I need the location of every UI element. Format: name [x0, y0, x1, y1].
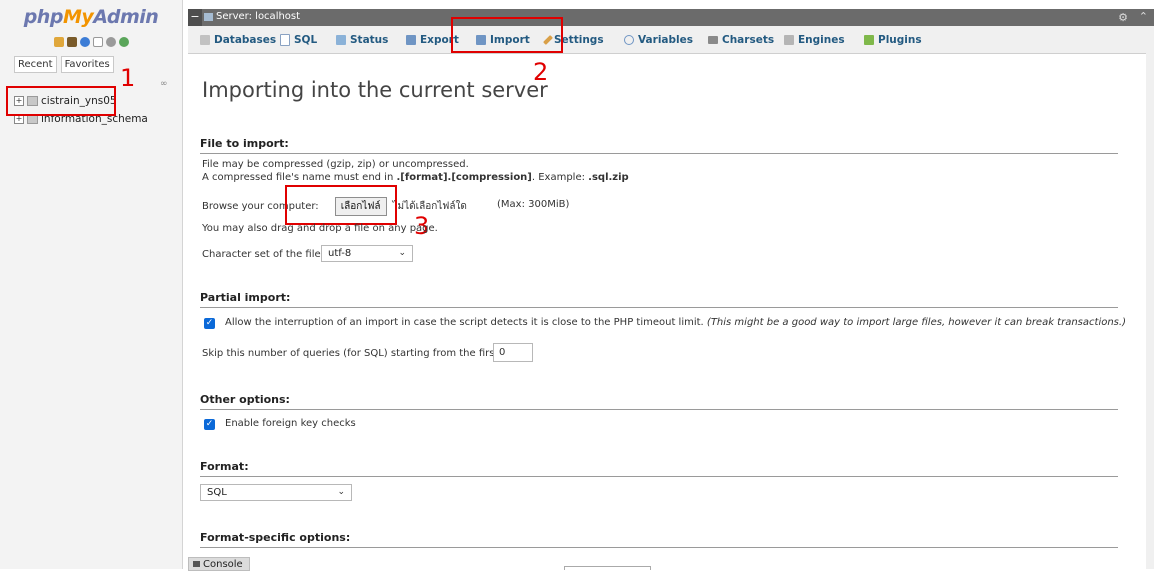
- skip-queries-label: Skip this number of queries (for SQL) st…: [202, 348, 524, 359]
- page-title: Importing into the current server: [202, 78, 548, 102]
- skip-queries-input[interactable]: 0: [493, 343, 533, 362]
- charset-label: Character set of the file:: [202, 249, 325, 260]
- name-info-format: .[format].[compression]: [396, 172, 532, 183]
- tab-charsets[interactable]: Charsets: [708, 26, 774, 53]
- logo-my-text: My: [62, 6, 94, 28]
- highlight-box-2: [451, 17, 563, 53]
- highlight-box-3: [285, 185, 397, 225]
- tab-engines[interactable]: Engines: [784, 26, 845, 53]
- other-options-heading: Other options:: [200, 393, 1118, 410]
- home-icon[interactable]: [53, 37, 64, 47]
- page-scrollbar[interactable]: [1146, 53, 1154, 569]
- compression-info: File may be compressed (gzip, zip) or un…: [202, 159, 469, 170]
- tab-label: Variables: [638, 33, 693, 46]
- charsets-icon: [708, 35, 718, 44]
- name-info-mid: . Example:: [531, 172, 589, 183]
- server-icon: [204, 13, 213, 21]
- file-to-import-heading: File to import:: [200, 137, 1118, 154]
- console-input[interactable]: [564, 566, 651, 570]
- tab-databases[interactable]: Databases: [200, 26, 276, 53]
- charset-select[interactable]: utf-8 ⌄: [321, 245, 413, 262]
- charset-value: utf-8: [328, 248, 352, 259]
- status-icon: [336, 34, 346, 45]
- settings-icon[interactable]: [105, 37, 116, 47]
- tab-variables[interactable]: Variables: [624, 26, 693, 53]
- variables-icon: [624, 34, 634, 45]
- tab-status[interactable]: Status: [336, 26, 388, 53]
- engines-icon: [784, 34, 794, 45]
- export-icon: [406, 34, 416, 45]
- chevron-down-icon: ⌄: [337, 487, 345, 497]
- name-info-example: .sql.zip: [588, 172, 629, 183]
- server-breadcrumb-bar: − Server: localhost ⚙ ⌃: [188, 9, 1154, 26]
- tab-plugins[interactable]: Plugins: [864, 26, 922, 53]
- allow-interrupt-label[interactable]: Allow the interruption of an import in c…: [225, 317, 704, 328]
- link-icon[interactable]: ∞: [160, 79, 168, 89]
- format-value: SQL: [207, 487, 227, 498]
- format-select[interactable]: SQL ⌄: [200, 484, 352, 501]
- chevron-down-icon: ⌄: [398, 248, 406, 258]
- phpmyadmin-logo[interactable]: phpMyAdmin: [0, 6, 182, 28]
- recent-tab[interactable]: Recent: [14, 56, 57, 73]
- nav-tabs: Recent Favorites: [14, 56, 114, 73]
- tab-label: Engines: [798, 33, 845, 46]
- tab-label: Charsets: [722, 33, 775, 46]
- max-upload-size: (Max: 300MiB): [497, 199, 570, 210]
- tab-sql[interactable]: SQL: [280, 26, 317, 53]
- sql-icon: [280, 33, 290, 46]
- name-info-pre: A compressed file's name must end in: [202, 172, 397, 183]
- docs-icon[interactable]: [92, 37, 103, 47]
- compression-name-info: A compressed file's name must end in .[f…: [202, 172, 629, 183]
- format-specific-heading: Format-specific options:: [200, 531, 1118, 548]
- allow-interrupt-row: Allow the interruption of an import in c…: [225, 317, 1126, 328]
- logout-icon[interactable]: [66, 37, 77, 47]
- allow-interrupt-checkbox[interactable]: ✓: [204, 318, 215, 329]
- tab-label: Status: [350, 33, 389, 46]
- help-icon[interactable]: [79, 37, 90, 47]
- favorites-tab[interactable]: Favorites: [60, 56, 114, 73]
- plugins-icon: [864, 34, 874, 45]
- format-heading: Format:: [200, 460, 1118, 477]
- console-icon: [193, 561, 200, 567]
- allow-interrupt-note: (This might be a good way to import larg…: [706, 317, 1126, 328]
- annotation-1: 1: [120, 64, 136, 92]
- logo-php-text: php: [23, 6, 64, 28]
- gear-icon[interactable]: ⚙: [1118, 11, 1128, 24]
- tab-label: Plugins: [878, 33, 922, 46]
- foreign-key-checkbox[interactable]: ✓: [204, 419, 215, 430]
- database-icon: [200, 34, 210, 45]
- collapse-nav-button[interactable]: −: [188, 9, 202, 26]
- tab-label: Databases: [214, 33, 277, 46]
- partial-import-heading: Partial import:: [200, 291, 1118, 308]
- collapse-up-icon[interactable]: ⌃: [1139, 10, 1148, 23]
- foreign-key-label[interactable]: Enable foreign key checks: [225, 418, 356, 429]
- server-label[interactable]: Server: localhost: [216, 11, 300, 22]
- top-menu-bar: Databases SQL Status Export Import Setti…: [188, 26, 1154, 54]
- console-label: Console: [203, 558, 243, 570]
- tab-label: SQL: [294, 33, 318, 46]
- drag-drop-hint: You may also drag and drop a file on any…: [202, 223, 438, 234]
- logo-admin-text: Admin: [93, 6, 159, 28]
- highlight-box-1: [6, 86, 116, 116]
- no-file-chosen-text: ไม่ได้เลือกไฟล์ใด: [392, 201, 467, 212]
- reload-icon[interactable]: [118, 37, 129, 47]
- nav-quick-icons: [0, 37, 182, 47]
